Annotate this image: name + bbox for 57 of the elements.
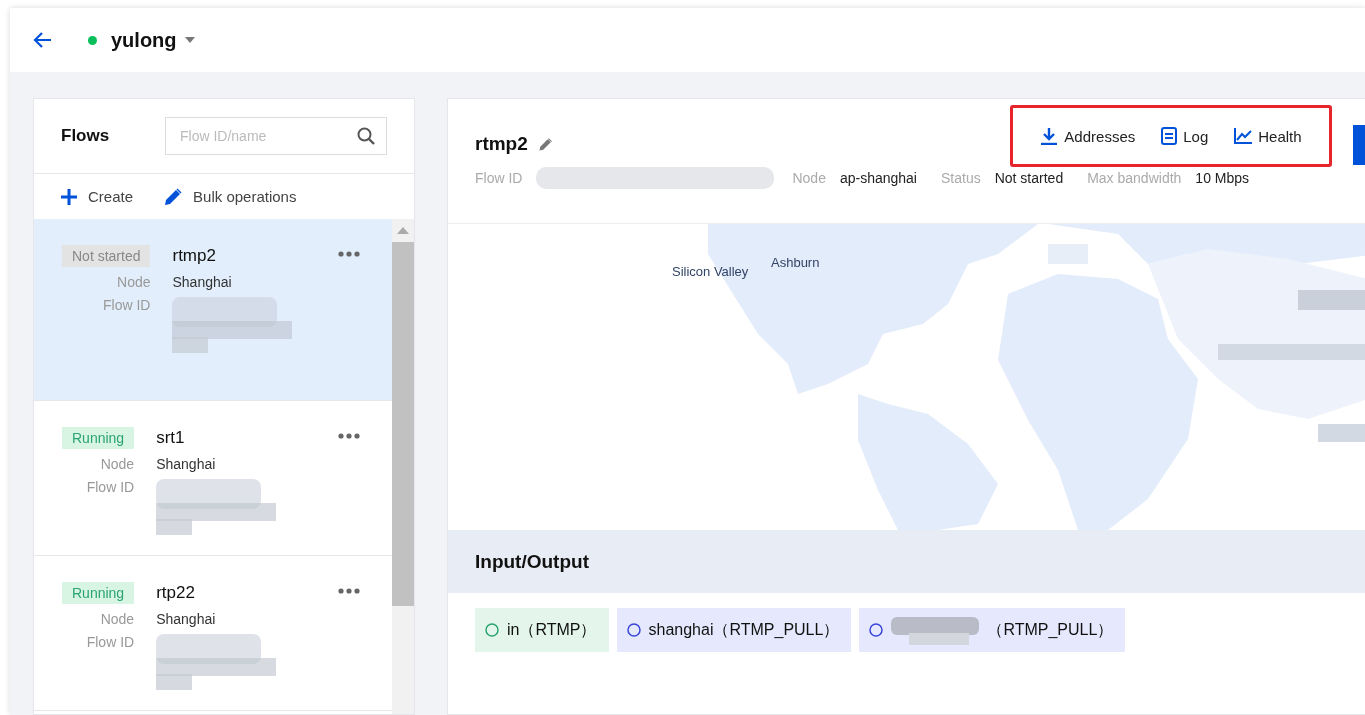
- output-tag[interactable]: （RTMP_PULL）: [859, 608, 1126, 652]
- field-label: Node: [99, 611, 135, 627]
- dropdown-caret-icon[interactable]: [184, 37, 195, 43]
- search-field[interactable]: Flow ID/name: [165, 117, 387, 155]
- node-value: Shanghai: [156, 456, 217, 472]
- flow-name: rtp22: [156, 583, 196, 603]
- panel-title: Flows: [61, 126, 110, 146]
- section-title: Input/Output: [475, 550, 589, 573]
- meta-value: Not started: [994, 170, 1064, 186]
- circle-icon: [626, 623, 641, 637]
- bulk-operations-button[interactable]: Bulk operations: [163, 186, 297, 207]
- chart-button[interactable]: Health: [1234, 127, 1302, 145]
- download-icon: [1040, 127, 1059, 145]
- meta-label: Status: [941, 170, 981, 186]
- create-button[interactable]: Create: [60, 187, 134, 206]
- status-badge: Running: [62, 582, 135, 604]
- meta-value: 10 Mbps: [1195, 170, 1250, 186]
- field-label: Flow ID: [85, 634, 135, 652]
- flow-list-item[interactable]: Not started rtmp2 Node Shanghai Flow ID: [34, 219, 392, 401]
- line-chart-icon: [1234, 128, 1253, 144]
- field-label: Node: [99, 456, 135, 472]
- map-label: Silicon Valley: [672, 264, 749, 279]
- plus-icon: [60, 187, 78, 206]
- more-options-icon[interactable]: [338, 588, 360, 594]
- status-badge: Not started: [62, 245, 151, 267]
- download-button[interactable]: Addresses: [1040, 127, 1136, 145]
- more-options-icon[interactable]: [338, 251, 360, 257]
- search-icon[interactable]: [357, 127, 375, 145]
- meta-label: Max bandwidth: [1087, 170, 1182, 186]
- meta-label: Flow ID: [475, 170, 523, 186]
- circle-icon: [869, 623, 884, 637]
- pencil-icon: [163, 186, 184, 207]
- input-tag[interactable]: in（RTMP）: [475, 608, 609, 652]
- io-label: in（RTMP）: [507, 619, 597, 640]
- more-options-icon[interactable]: [338, 433, 360, 439]
- field-label: Node: [116, 274, 151, 290]
- node-value: Shanghai: [156, 611, 217, 627]
- document-icon: [1161, 127, 1178, 145]
- node-value: Shanghai: [172, 274, 233, 290]
- field-label: Flow ID: [85, 479, 135, 497]
- instance-title[interactable]: yulong: [111, 28, 177, 52]
- circle-icon: [485, 623, 499, 637]
- io-label: shanghai（RTMP_PULL）: [648, 619, 840, 640]
- flow-name: srt1: [156, 428, 186, 448]
- log-button[interactable]: Log: [1161, 127, 1209, 145]
- flow-name: rtmp2: [172, 246, 217, 266]
- pencil-icon[interactable]: [537, 136, 553, 152]
- scrollbar[interactable]: [392, 219, 414, 714]
- output-tag[interactable]: shanghai（RTMP_PULL）: [616, 608, 852, 652]
- meta-label: Node: [792, 170, 826, 186]
- flow-title: rtmp2: [475, 133, 528, 155]
- io-label: （RTMP_PULL）: [987, 619, 1114, 640]
- status-badge: Running: [62, 427, 135, 449]
- field-label: Flow ID: [102, 297, 151, 315]
- map-label: Ashburn: [771, 255, 820, 270]
- back-arrow-icon[interactable]: [32, 31, 52, 49]
- meta-value: ap-shanghai: [839, 170, 917, 186]
